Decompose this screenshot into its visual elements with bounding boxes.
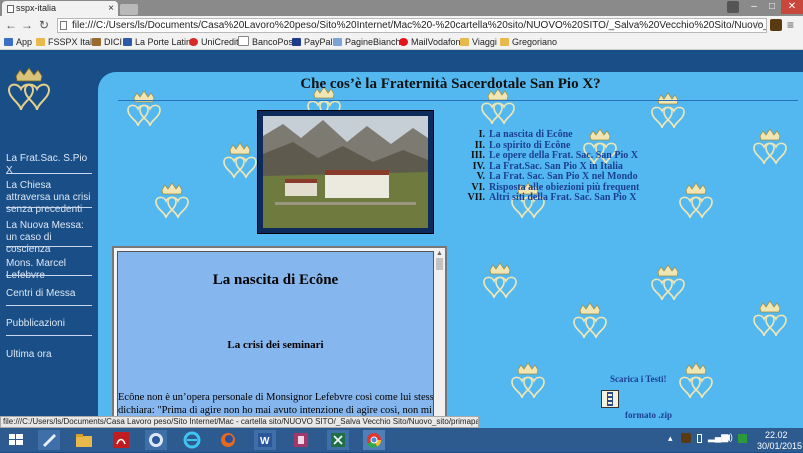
seminary-photo-frame [257,110,434,234]
minimize-button[interactable]: – [745,0,763,14]
browser-menu-icon[interactable]: ≡ [787,17,794,34]
econe-seminary-photo [263,116,428,228]
content-area: Che cos’è la Fraternità Sacerdotale San … [98,72,803,428]
firefox-icon[interactable] [217,430,239,450]
sidebar-item-nuova-messa[interactable]: La Nuova Messa: un caso di coscienza [6,220,94,256]
forward-arrow-icon[interactable]: → [20,16,34,35]
article-iframe[interactable]: La nascita di Ecône La crisi dei seminar… [112,246,447,428]
crown-hearts-logo-icon [7,67,51,111]
scroll-up-icon[interactable]: ▲ [436,250,443,257]
folder-icon [500,38,509,46]
article-body-line: dichiara: "Prima di agire non ho mai avu… [118,405,432,416]
toc-row[interactable]: I. La nascita di Ecône [463,129,639,141]
toc-link[interactable]: La Frat. Sac. San Pio X nel Mondo [489,171,638,183]
page-favicon-icon [7,5,14,13]
table-of-contents: I. La nascita di Ecône II. Lo spirito di E… [463,129,639,204]
article-heading: La nascita di Ecône [212,272,339,288]
internet-explorer-icon[interactable] [181,430,203,450]
thunderbird-icon[interactable] [145,430,167,450]
toc-row[interactable]: VII. Altri siti della Frat. Sac. San Pio … [463,192,639,204]
page-icon [238,36,249,46]
web-page: La Frat.Sac. S.Pio X La Chiesa attravers… [0,50,803,428]
extension-icon[interactable] [770,19,782,31]
sidebar-divider [6,173,92,174]
toc-link[interactable]: Le opere della Frat. Sac. San Pio X [489,150,638,162]
status-bar-url: file:///C:/Users/ls/Documents/Casa Lavor… [0,416,479,428]
excel-icon[interactable] [327,430,349,450]
bookmark-paginebianche[interactable]: PagineBianche [333,35,406,50]
sidebar-item-lefebvre[interactable]: Mons. Marcel Lefebvre [6,258,94,282]
sidebar-item-pubblicazioni[interactable]: Pubblicazioni [6,318,94,330]
toc-link[interactable]: La nascita di Ecône [489,129,573,141]
clock-date[interactable]: 30/01/2015 [757,441,802,451]
article-content: La nascita di Ecône La crisi dei seminar… [117,251,434,426]
app-pin-icon[interactable] [38,430,60,450]
download-texts-link[interactable]: Scarica i Testi! [610,374,667,384]
scrollbar-thumb[interactable] [436,258,443,270]
bookmark-paypal[interactable]: PayPal [292,35,333,50]
new-tab-button[interactable] [120,4,138,15]
sidebar-divider [6,335,92,336]
profile-icon[interactable] [727,1,739,13]
svg-text:W: W [260,436,270,447]
tray-app-icon[interactable] [681,433,691,443]
zip-format-link[interactable]: formato .zip [625,410,672,420]
bookmark-unicredit[interactable]: UniCredit [189,35,239,50]
speaker-icon[interactable]: ◀) [723,432,733,443]
bookmark-star-icon[interactable]: ☆ [752,17,763,34]
sidebar-item-centri-messa[interactable]: Centri di Messa [6,288,94,300]
tray-expand-icon[interactable]: ▴ [668,433,673,444]
article-subheading: La crisi dei seminari [227,339,324,351]
toc-link[interactable]: Altri siti della Frat. Sac. San Pio X [489,192,637,204]
start-windows-icon[interactable] [5,430,27,450]
browser-tab[interactable]: sspx-italia × [2,1,118,16]
file-page-icon [60,21,67,30]
clock-time[interactable]: 22.02 [765,430,788,440]
title-divider [118,100,798,101]
zip-archive-icon[interactable] [601,390,619,408]
page-title: Che cos’è la Fraternità Sacerdotale San … [300,76,601,92]
tab-close-icon[interactable]: × [108,1,114,16]
reload-icon[interactable]: ↻ [37,16,51,35]
sidebar-divider [6,275,92,276]
file-explorer-icon[interactable] [73,430,95,450]
dici-icon [92,38,101,46]
folder-icon [36,38,45,46]
bookmark-gregoriano[interactable]: Gregoriano [500,35,557,50]
sidebar-item-chiesa-crisi[interactable]: La Chiesa attraversa una crisi senza pre… [6,180,98,216]
article-body-line: Ecône non è un’opera personale di Monsig… [118,392,434,403]
paypal-icon [292,38,301,46]
article-scrollbar[interactable]: ▲ [434,248,445,426]
toc-row[interactable]: III. Le opere della Frat. Sac. San Pio X [463,150,639,162]
folder-icon [460,38,469,46]
battery-icon[interactable] [697,434,702,443]
bookmark-fsspx-italia[interactable]: FSSPX Italia [36,35,99,50]
bookmark-apps[interactable]: App [4,35,32,50]
bookmark-mailvodafone[interactable]: MailVodafone [399,35,466,50]
sidebar-divider [6,207,92,208]
porte-latine-icon [123,38,132,46]
unicredit-icon [189,38,198,46]
tray-security-icon[interactable] [738,434,747,443]
vodafone-icon [399,38,408,46]
publisher-icon[interactable] [290,430,312,450]
tab-title: sspx-italia [16,3,57,13]
toc-row[interactable]: V. La Frat. Sac. San Pio X nel Mondo [463,171,639,183]
word-icon[interactable]: W [254,430,276,450]
bookmark-la-porte-latine[interactable]: La Porte Latine [123,35,196,50]
sidebar-item-ultima-ora[interactable]: Ultima ora [6,349,94,361]
back-arrow-icon[interactable]: ← [4,16,18,35]
address-bar[interactable]: file:///C:/Users/ls/Documents/Casa%20Lav… [57,18,767,33]
bookmark-dici[interactable]: DICI [92,35,122,50]
close-window-button[interactable]: ✕ [781,0,803,14]
maximize-button[interactable]: □ [763,0,781,14]
acrobat-reader-icon[interactable] [110,430,132,450]
paginebianche-icon [333,38,342,46]
bookmark-viaggi[interactable]: Viaggi [460,35,497,50]
sidebar-divider [6,246,92,247]
apps-grid-icon [4,38,13,46]
chrome-icon[interactable] [363,430,385,450]
sidebar-divider [6,305,92,306]
